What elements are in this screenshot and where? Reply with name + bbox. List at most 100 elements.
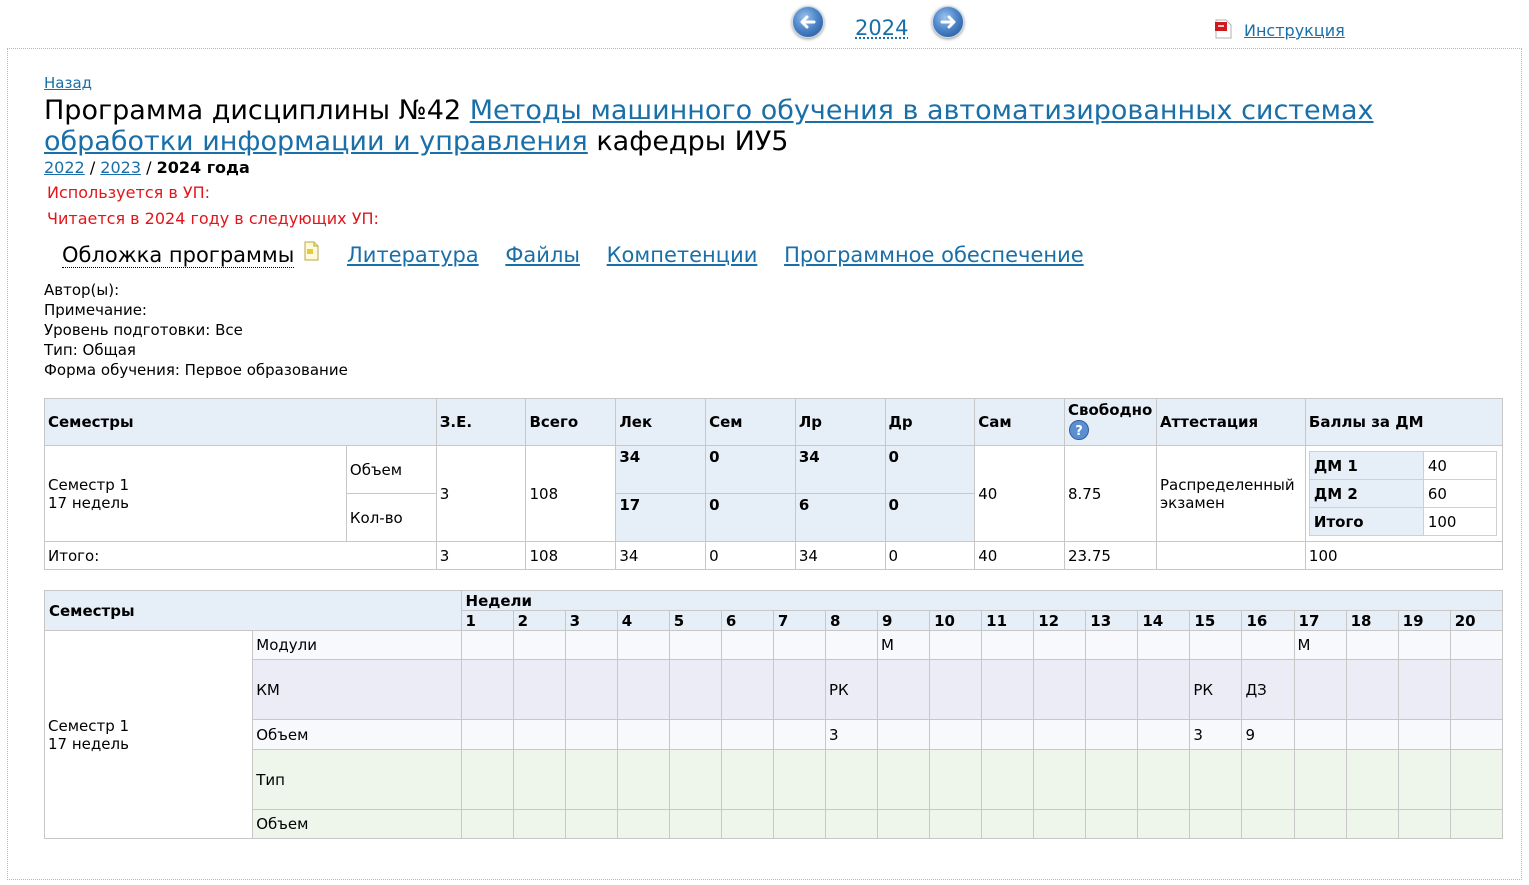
week-cell bbox=[1397, 719, 1451, 750]
week-cell bbox=[616, 659, 670, 720]
week-number: 4 bbox=[616, 610, 670, 631]
totals-lr: 34 bbox=[794, 541, 886, 570]
meta-note: Примечание: bbox=[44, 301, 147, 319]
week-number: 2 bbox=[512, 610, 566, 631]
week-cell bbox=[512, 749, 566, 810]
week-cell bbox=[616, 749, 670, 810]
year-link-2023[interactable]: 2023 bbox=[100, 158, 141, 177]
lek-count: 17 bbox=[615, 493, 707, 542]
col-free-label: Свободно bbox=[1067, 401, 1153, 419]
week-number: 19 bbox=[1397, 610, 1451, 631]
document-icon[interactable] bbox=[302, 241, 320, 261]
tab-files[interactable]: Файлы bbox=[505, 243, 580, 267]
week-cell bbox=[668, 659, 722, 720]
totals-total: 108 bbox=[525, 541, 617, 570]
week-cell bbox=[824, 809, 879, 839]
totals-lek: 34 bbox=[615, 541, 707, 570]
week-cell: М bbox=[1293, 630, 1347, 660]
semester-weeks: 17 недель bbox=[48, 734, 129, 753]
week-cell bbox=[1189, 809, 1243, 839]
week-cell bbox=[1345, 659, 1399, 720]
dm-total-label: Итого bbox=[1308, 507, 1424, 536]
week-cell bbox=[981, 630, 1035, 660]
dm1-value: 40 bbox=[1422, 451, 1497, 480]
week-cell bbox=[1033, 809, 1087, 839]
table-row: Объем 3 3 9 bbox=[45, 719, 1504, 750]
dm2-label: ДМ 2 bbox=[1308, 479, 1424, 508]
table-row: КМ РК РК ДЗ bbox=[45, 659, 1504, 720]
svg-text:?: ? bbox=[1075, 424, 1083, 439]
sam-value: 40 bbox=[974, 445, 1065, 542]
totals-dr: 0 bbox=[884, 541, 976, 570]
week-cell bbox=[1449, 749, 1504, 810]
week-cell bbox=[981, 719, 1035, 750]
col-sem: Сем bbox=[705, 398, 796, 446]
prev-year-button[interactable] bbox=[792, 6, 824, 38]
semester-weeks: 17 недель bbox=[48, 493, 129, 512]
table-row: Семестр 1 17 недель Модули М М bbox=[43, 630, 1504, 839]
totals-ze: 3 bbox=[435, 541, 527, 570]
help-icon[interactable]: ? bbox=[1068, 419, 1090, 441]
week-cell bbox=[512, 630, 566, 660]
tab-literature[interactable]: Литература bbox=[347, 243, 479, 267]
week-number: 17 bbox=[1293, 610, 1347, 631]
week-cell bbox=[877, 809, 931, 839]
week-cell bbox=[1397, 659, 1451, 720]
week-cell bbox=[668, 809, 722, 839]
lr-count: 6 bbox=[794, 493, 886, 542]
week-cell bbox=[512, 659, 566, 720]
year-link-2022[interactable]: 2022 bbox=[44, 158, 85, 177]
title-prefix: Программа дисциплины №42 bbox=[44, 95, 462, 126]
week-cell bbox=[772, 659, 826, 720]
week-cell bbox=[877, 659, 931, 720]
week-cell bbox=[1033, 659, 1087, 720]
week-cell bbox=[720, 659, 774, 720]
week-cell bbox=[772, 719, 826, 750]
week-cell bbox=[564, 659, 618, 720]
tab-cover[interactable]: Обложка программы bbox=[62, 243, 295, 268]
tab-competencies[interactable]: Компетенции bbox=[607, 243, 758, 267]
week-cell bbox=[1189, 749, 1243, 810]
week-cell bbox=[1449, 659, 1504, 720]
col-sam: Сам bbox=[974, 398, 1065, 446]
year-selector[interactable]: 2024 bbox=[855, 16, 908, 40]
back-link[interactable]: Назад bbox=[44, 74, 92, 92]
title-suffix: кафедры ИУ5 bbox=[596, 126, 789, 157]
week-number: 5 bbox=[668, 610, 722, 631]
table-row: Семестр 1 17 недель Объем 3 108 34 0 34 … bbox=[44, 445, 1504, 542]
week-number: 1 bbox=[460, 610, 514, 631]
week-number: 7 bbox=[772, 610, 826, 631]
weeks-table: Семестры Недели 1 2 3 4 5 6 7 8 9 10 11 12 13 14 15 16 1… bbox=[43, 590, 1504, 839]
week-cell: РК bbox=[1189, 659, 1243, 720]
col-lr: Лр bbox=[794, 398, 886, 446]
week-cell bbox=[1397, 809, 1451, 839]
week-number: 16 bbox=[1241, 610, 1295, 631]
col-points: Баллы за ДМ bbox=[1304, 398, 1504, 446]
dm2-value: 60 bbox=[1422, 479, 1497, 508]
points-cell: ДМ 1 40 ДМ 2 60 Итого 100 bbox=[1304, 445, 1504, 542]
week-cell bbox=[1293, 749, 1347, 810]
week-cell bbox=[1085, 719, 1139, 750]
week-cell: 3 bbox=[824, 719, 879, 750]
week-cell bbox=[460, 749, 514, 810]
week-cell bbox=[1137, 719, 1191, 750]
week-number: 6 bbox=[720, 610, 774, 631]
week-cell bbox=[668, 719, 722, 750]
week-number: 18 bbox=[1345, 610, 1399, 631]
instruction-link[interactable]: Инструкция bbox=[1244, 21, 1345, 40]
page-title: Программа дисциплины №42 Методы машинног… bbox=[44, 95, 1484, 157]
semester-name: Семестр 1 bbox=[48, 716, 130, 735]
ze-value: 3 bbox=[435, 445, 527, 542]
week-cell bbox=[460, 630, 514, 660]
used-in-label: Используется в УП: bbox=[47, 183, 211, 202]
col-weeks: Недели bbox=[460, 590, 1504, 611]
week-cell bbox=[929, 749, 983, 810]
col-attestation: Аттестация bbox=[1155, 398, 1306, 446]
week-cell bbox=[877, 719, 931, 750]
top-bar: 2024 Инструкция bbox=[0, 0, 1529, 48]
weeks-header-row: Семестры Недели bbox=[44, 590, 1504, 631]
tab-software[interactable]: Программное обеспечение bbox=[784, 243, 1084, 267]
week-cell bbox=[772, 809, 826, 839]
table-row: Объем bbox=[45, 809, 1504, 839]
next-year-button[interactable] bbox=[932, 6, 964, 38]
